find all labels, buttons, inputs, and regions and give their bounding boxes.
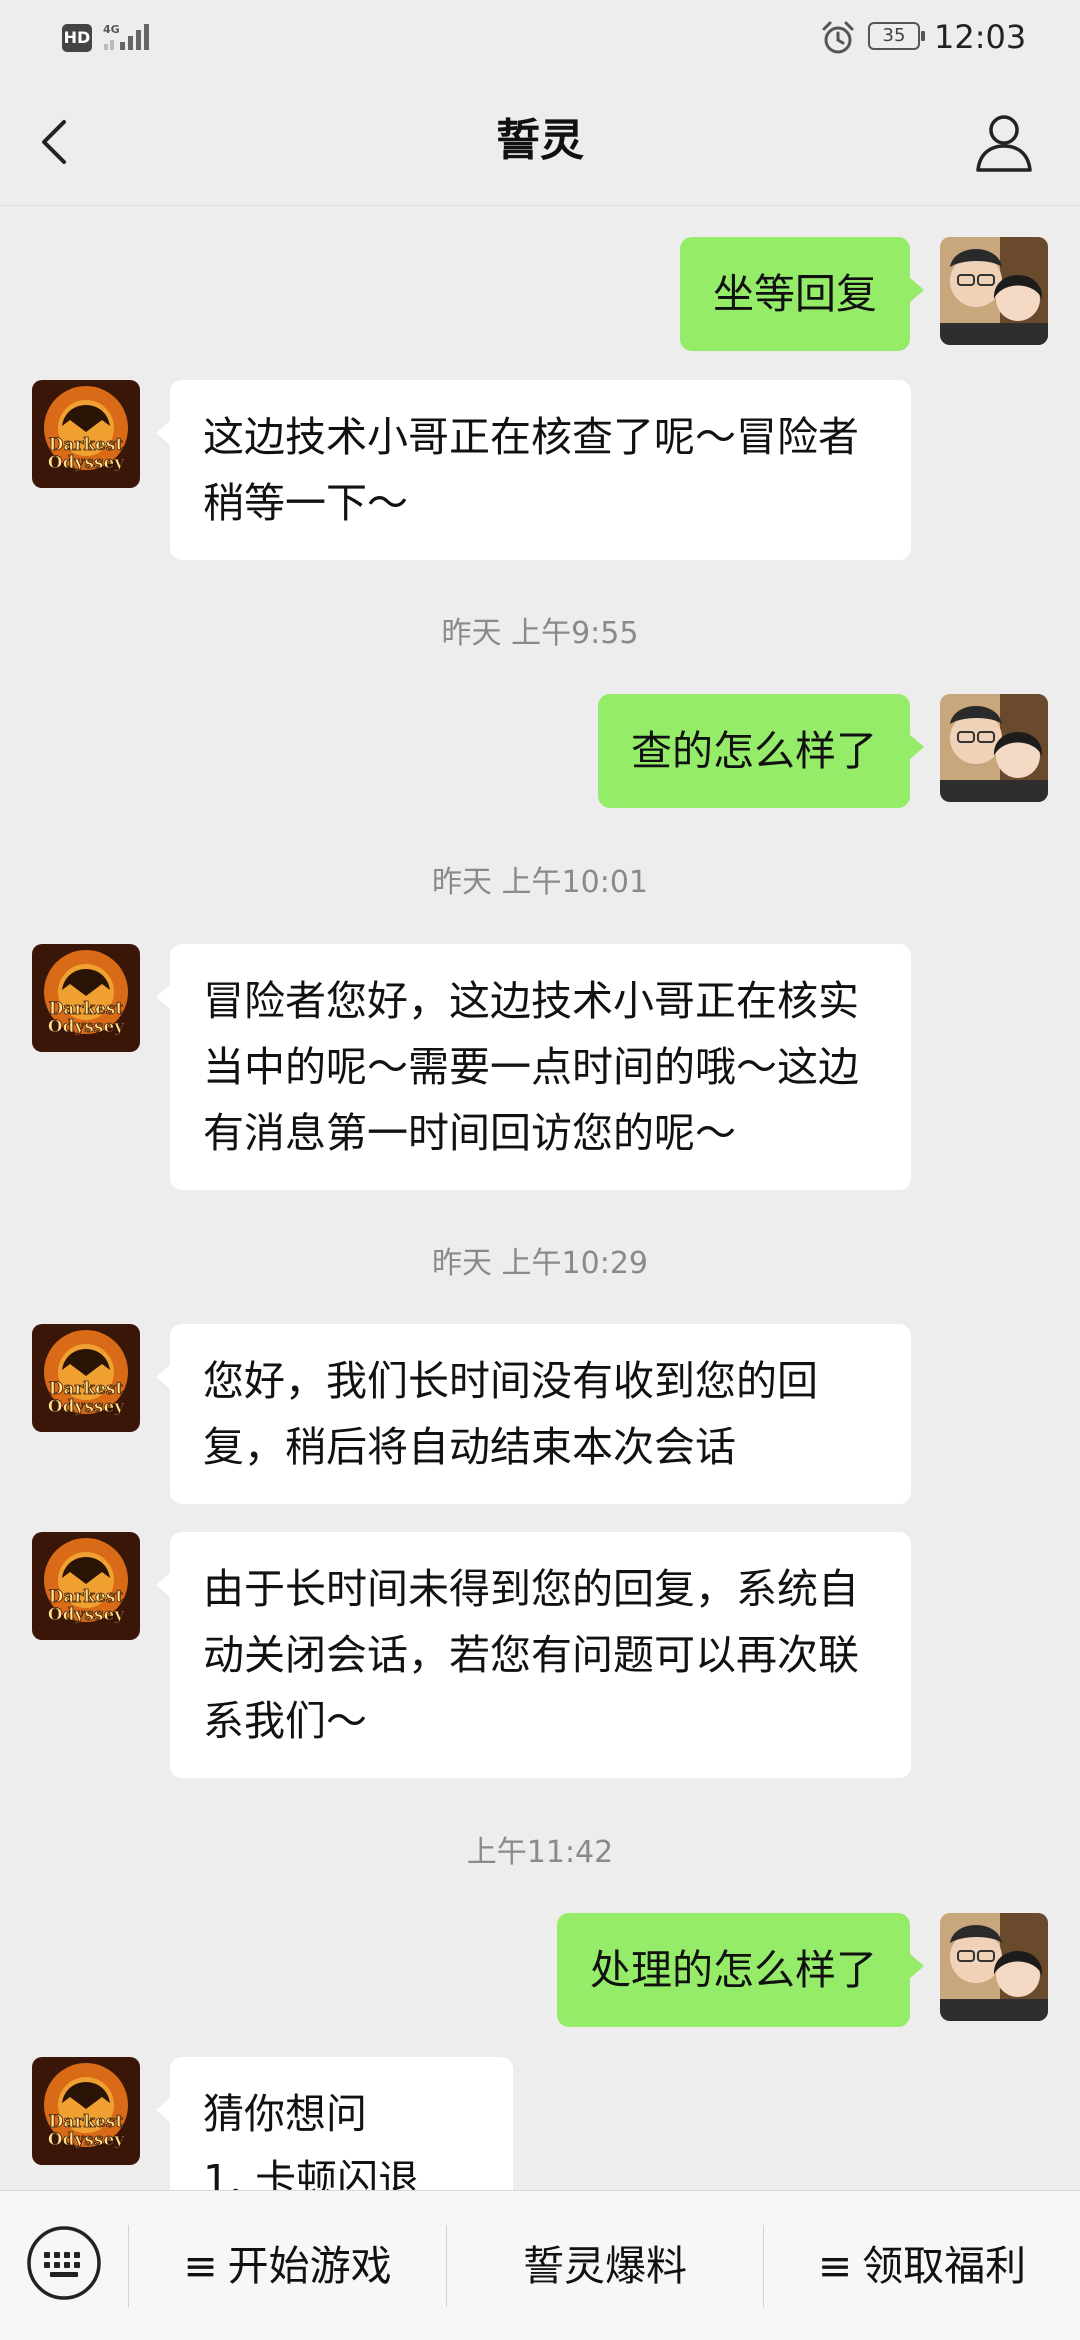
message-bubble[interactable]: 由于长时间未得到您的回复，系统自动关闭会话，若您有问题可以再次联系我们～ [156,1532,911,1778]
status-bar: HD 4G 35 12:03 [0,0,1080,76]
menu-label: 领取福利 [862,2242,1027,2290]
darkest-odyssey-logo-icon: Darkest Odyssey [32,1532,140,1640]
darkest-odyssey-logo-icon: Darkest Odyssey [32,2057,140,2165]
user-avatar[interactable] [940,237,1048,345]
darkest-odyssey-logo-icon: Darkest Odyssey [32,1324,140,1432]
user-photo-icon [940,694,1048,802]
message-bubble[interactable]: 您好，我们长时间没有收到您的回复，稍后将自动结束本次会话 [156,1324,911,1504]
darkest-odyssey-logo-icon: Darkest Odyssey [32,944,140,1052]
game-avatar[interactable]: Darkest Odyssey [32,380,140,488]
hd-badge: HD [62,24,92,52]
darkest-odyssey-logo-icon: Darkest Odyssey [32,380,140,488]
game-avatar[interactable]: Darkest Odyssey [32,944,140,1052]
logo-text-line1: Darkest [49,1379,124,1399]
nav-bar: 誓灵 [0,76,1080,206]
alarm-clock-icon [822,21,854,54]
logo-text-line1: Darkest [49,999,124,1019]
timestamp: 昨天 上午10:01 [432,865,648,900]
game-avatar[interactable]: Darkest Odyssey [32,1324,140,1432]
user-photo-icon [940,1913,1048,2021]
timestamp: 上午11:42 [466,1835,614,1870]
menu-list-icon: ≡ [817,2242,853,2290]
menu-claim-rewards[interactable]: ≡ 领取福利 [764,2191,1080,2340]
game-avatar[interactable]: Darkest Odyssey [32,2057,140,2165]
chat-history[interactable]: 坐等回复 Darkest Odyssey 这边技术小哥正在核查了呢～冒险者稍等一… [0,207,1080,2190]
logo-text-line1: Darkest [49,2112,124,2132]
chevron-left-icon[interactable] [26,112,86,172]
game-avatar[interactable]: Darkest Odyssey [32,1532,140,1640]
menu-label: 誓灵爆料 [523,2242,687,2290]
message-bubble[interactable]: 猜你想问 1. 卡顿闪退 [156,2057,513,2190]
menu-news[interactable]: 誓灵爆料 [447,2191,763,2340]
message-bubble[interactable]: 坐等回复 [680,237,924,351]
signal-icon: 4G [103,23,149,50]
message-bubble[interactable]: 冒险者您好，这边技术小哥正在核实当中的呢～需要一点时间的哦～这边有消息第一时间回… [156,944,911,1190]
person-icon[interactable] [970,108,1038,176]
user-avatar[interactable] [940,694,1048,802]
battery-indicator: 35 [868,22,920,50]
logo-text-line2: Odyssey [48,1605,126,1625]
user-photo-icon [940,237,1048,345]
logo-text-line1: Darkest [49,1587,124,1607]
message-bubble[interactable]: 查的怎么样了 [598,694,924,808]
menu-label: 开始游戏 [227,2242,392,2290]
keyboard-icon[interactable] [26,2225,102,2301]
network-type: 4G [103,23,120,36]
message-bubble[interactable]: 处理的怎么样了 [557,1913,924,2027]
page-title: 誓灵 [496,115,584,166]
logo-text-line1: Darkest [49,435,124,455]
battery-tip [921,31,925,41]
logo-text-line2: Odyssey [48,453,126,473]
timestamp: 昨天 上午9:55 [441,616,639,651]
logo-text-line2: Odyssey [48,1397,126,1417]
logo-text-line2: Odyssey [48,1017,126,1037]
menu-list-icon: ≡ [183,2242,218,2290]
menu-start-game[interactable]: ≡ 开始游戏 [129,2191,446,2340]
service-menu-bar: ≡ 开始游戏 誓灵爆料 ≡ 领取福利 [0,2190,1080,2340]
logo-text-line2: Odyssey [48,2130,126,2150]
message-bubble[interactable]: 这边技术小哥正在核查了呢～冒险者稍等一下～ [156,380,911,560]
user-avatar[interactable] [940,1913,1048,2021]
timestamp: 昨天 上午10:29 [432,1246,648,1281]
status-time: 12:03 [934,18,1027,56]
